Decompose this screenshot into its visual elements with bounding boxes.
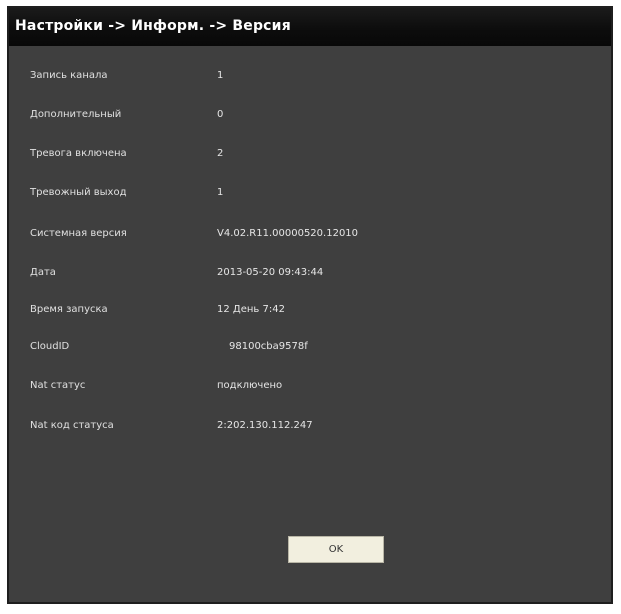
info-value: 2: [217, 148, 224, 159]
info-label: Тревожный выход: [30, 187, 127, 198]
info-row-channel-record: Запись канала 1: [9, 66, 611, 88]
info-value: V4.02.R11.00000520.12010: [217, 228, 359, 239]
info-label: Запись канала: [30, 70, 108, 81]
title-bar: Настройки -> Информ. -> Версия: [9, 8, 611, 47]
window-title: Настройки -> Информ. -> Версия: [15, 18, 291, 34]
info-label: Nat код статуса: [30, 420, 114, 431]
info-value: 2:202.130.112.247: [217, 420, 313, 431]
info-value: 1: [217, 187, 224, 198]
info-value: 0: [217, 109, 224, 120]
info-row-alarm-in: Тревога включена 2: [9, 144, 611, 166]
info-row-alarm-out: Тревожный выход 1: [9, 183, 611, 205]
info-value: 2013-05-20 09:43:44: [217, 267, 324, 278]
info-value: 12 День 7:42: [217, 304, 285, 315]
version-dialog: Настройки -> Информ. -> Версия Запись ка…: [7, 6, 613, 604]
info-row-date: Дата 2013-05-20 09:43:44: [9, 263, 611, 285]
ok-button[interactable]: OK: [288, 536, 384, 563]
info-row-nat-status: Nat статус подключено: [9, 376, 611, 398]
info-label: Дата: [30, 267, 56, 278]
info-row-cloud-id: CloudID 98100cba9578f: [9, 337, 611, 359]
info-label: Время запуска: [30, 304, 108, 315]
info-row-system-version: Системная версия V4.02.R11.00000520.1201…: [9, 224, 611, 246]
info-label: Дополнительный: [30, 109, 122, 120]
info-label: Nat статус: [30, 380, 86, 391]
info-label: Тревога включена: [30, 148, 127, 159]
info-row-nat-code: Nat код статуса 2:202.130.112.247: [9, 416, 611, 438]
info-panel: Запись канала 1 Дополнительный 0 Тревога…: [9, 46, 611, 602]
info-label: CloudID: [30, 341, 70, 352]
info-value: 1: [217, 70, 224, 81]
info-value: подключено: [217, 380, 283, 391]
info-row-extra: Дополнительный 0: [9, 105, 611, 127]
info-value: 98100cba9578f: [229, 341, 308, 352]
info-label: Системная версия: [30, 228, 127, 239]
info-row-uptime: Время запуска 12 День 7:42: [9, 300, 611, 322]
